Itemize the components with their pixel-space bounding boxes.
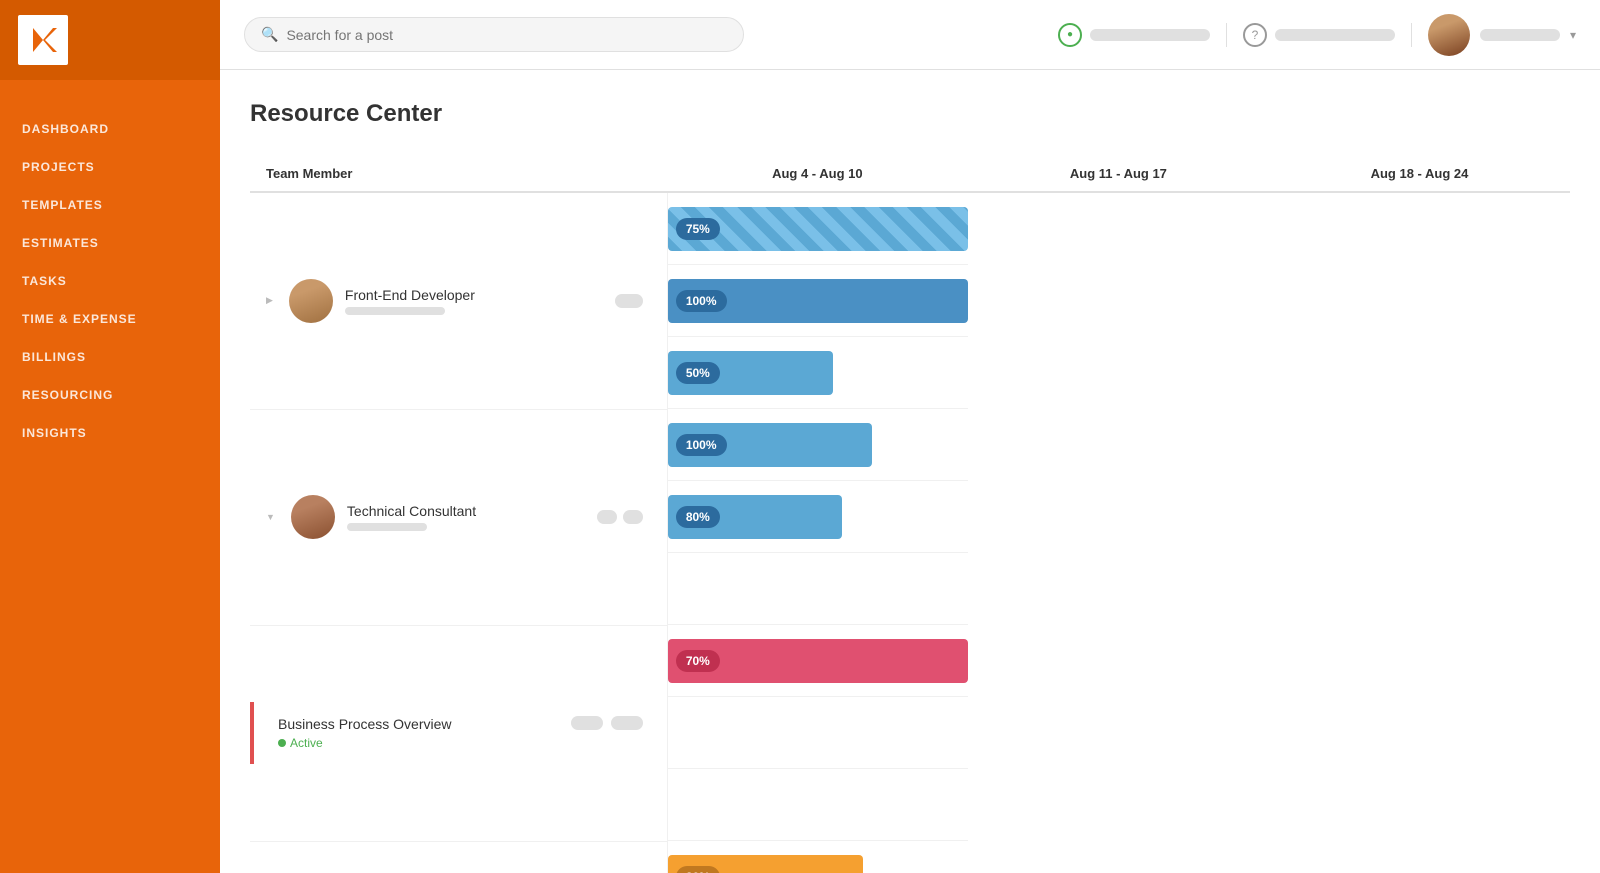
table-row: ▶ Front-End Developer: [250, 192, 1570, 409]
topbar-user: ▾: [1428, 14, 1576, 56]
week2-cell: 80%: [667, 481, 968, 553]
partial-bar-wrap: 100%: [668, 423, 968, 467]
sidebar-item-insights[interactable]: INSIGHTS: [0, 414, 220, 452]
user-dropdown-icon[interactable]: ▾: [1570, 28, 1576, 42]
page-content: Resource Center Team Member Aug 4 - Aug …: [220, 70, 1600, 873]
project-cell: Build Integration Scenarios In Progress: [250, 841, 667, 873]
week1-cell: 30%: [667, 841, 968, 873]
sidebar-item-resourcing[interactable]: RESOURCING: [0, 376, 220, 414]
action-pill: [571, 716, 603, 730]
member-name: Technical Consultant: [347, 503, 476, 519]
sidebar-item-dashboard[interactable]: DASHBOARD: [0, 110, 220, 148]
member-cell: ▼ Technical Consultant: [250, 409, 667, 625]
action-pill: [597, 510, 617, 524]
action-pill: [623, 510, 643, 524]
search-box[interactable]: 🔍: [244, 17, 744, 52]
action-pill: [611, 716, 643, 730]
member-actions: [597, 510, 651, 524]
sidebar-item-estimates[interactable]: ESTIMATES: [0, 224, 220, 262]
week1-cell: 100%: [667, 409, 968, 481]
topbar-notifications: ●: [1058, 23, 1227, 47]
sidebar-item-tasks[interactable]: TASKS: [0, 262, 220, 300]
help-label: [1275, 29, 1395, 41]
partial-bar-wrap: 30%: [668, 855, 968, 873]
user-avatar: [1428, 14, 1470, 56]
project-info: Business Process Overview Active: [270, 716, 452, 750]
project-status: Active: [278, 736, 452, 750]
member-actions: [615, 294, 651, 308]
resource-bar: 80%: [668, 495, 842, 539]
week2-cell: 100%: [667, 265, 968, 337]
col-week3: Aug 18 - Aug 24: [1269, 156, 1570, 192]
resource-bar: 70%: [668, 639, 968, 683]
bar-percentage: 30%: [676, 866, 720, 873]
sidebar-item-templates[interactable]: TEMPLATES: [0, 186, 220, 224]
logo-icon: [18, 15, 68, 65]
expand-icon[interactable]: ▶: [266, 295, 273, 306]
topbar-right: ● ? ▾: [1058, 14, 1576, 56]
main-content: 🔍 ● ? ▾ Resource Center: [220, 0, 1600, 873]
member-cell: ▶ Front-End Developer: [250, 192, 667, 409]
week3-cell: [667, 769, 968, 841]
user-name-label: [1480, 29, 1560, 41]
avatar: [291, 495, 335, 539]
project-actions: [571, 716, 651, 730]
sidebar-item-time-expense[interactable]: TIME & EXPENSE: [0, 300, 220, 338]
resource-bar: 100%: [668, 279, 968, 323]
week2-cell: [667, 697, 968, 769]
search-icon: 🔍: [261, 26, 278, 43]
sidebar-item-billings[interactable]: BILLINGS: [0, 338, 220, 376]
sidebar-navigation: DASHBOARD PROJECTS TEMPLATES ESTIMATES T…: [0, 80, 220, 452]
resource-bar: 50%: [668, 351, 833, 395]
status-dot: [278, 739, 286, 747]
col-week1: Aug 4 - Aug 10: [667, 156, 968, 192]
sidebar-item-projects[interactable]: PROJECTS: [0, 148, 220, 186]
partial-bar-wrap: 80%: [668, 495, 968, 539]
bar-percentage: 100%: [676, 290, 727, 312]
action-pill: [615, 294, 643, 308]
help-icon[interactable]: ?: [1243, 23, 1267, 47]
bar-percentage: 75%: [676, 218, 720, 240]
bar-percentage: 70%: [676, 650, 720, 672]
notification-icon[interactable]: ●: [1058, 23, 1082, 47]
bar-percentage: 50%: [676, 362, 720, 384]
member-info: Technical Consultant: [347, 503, 476, 531]
week1-cell: 75%: [667, 193, 968, 265]
avatar: [289, 279, 333, 323]
col-team-member: Team Member: [250, 156, 667, 192]
week3-cell: 50%: [667, 337, 968, 409]
expand-icon[interactable]: ▼: [266, 512, 275, 522]
topbar: 🔍 ● ? ▾: [220, 0, 1600, 70]
topbar-help-section: ?: [1243, 23, 1412, 47]
project-cell: Business Process Overview Active: [250, 625, 667, 841]
member-subtitle: [347, 523, 427, 531]
notification-label: [1090, 29, 1210, 41]
search-input[interactable]: [286, 27, 727, 43]
table-row: Build Integration Scenarios In Progress: [250, 841, 1570, 873]
partial-bar-wrap: 50%: [668, 351, 968, 395]
project-name: Business Process Overview: [278, 716, 452, 732]
resource-bar: 30%: [668, 855, 863, 873]
resource-bar: 75%: [668, 207, 968, 251]
resource-bar: 100%: [668, 423, 872, 467]
table-header-row: Team Member Aug 4 - Aug 10 Aug 11 - Aug …: [250, 156, 1570, 192]
col-week2: Aug 11 - Aug 17: [968, 156, 1269, 192]
table-row: ▼ Technical Consultant: [250, 409, 1570, 625]
week1-cell: 70%: [667, 625, 968, 697]
table-row: Business Process Overview Active: [250, 625, 1570, 841]
sidebar: DASHBOARD PROJECTS TEMPLATES ESTIMATES T…: [0, 0, 220, 873]
bar-percentage: 100%: [676, 434, 727, 456]
resource-table: Team Member Aug 4 - Aug 10 Aug 11 - Aug …: [250, 156, 1570, 873]
week3-cell: [667, 553, 968, 625]
member-name: Front-End Developer: [345, 287, 475, 303]
bar-percentage: 80%: [676, 506, 720, 528]
member-info: Front-End Developer: [345, 287, 475, 315]
sidebar-logo: [0, 0, 220, 80]
page-title: Resource Center: [250, 100, 1570, 128]
member-subtitle: [345, 307, 445, 315]
